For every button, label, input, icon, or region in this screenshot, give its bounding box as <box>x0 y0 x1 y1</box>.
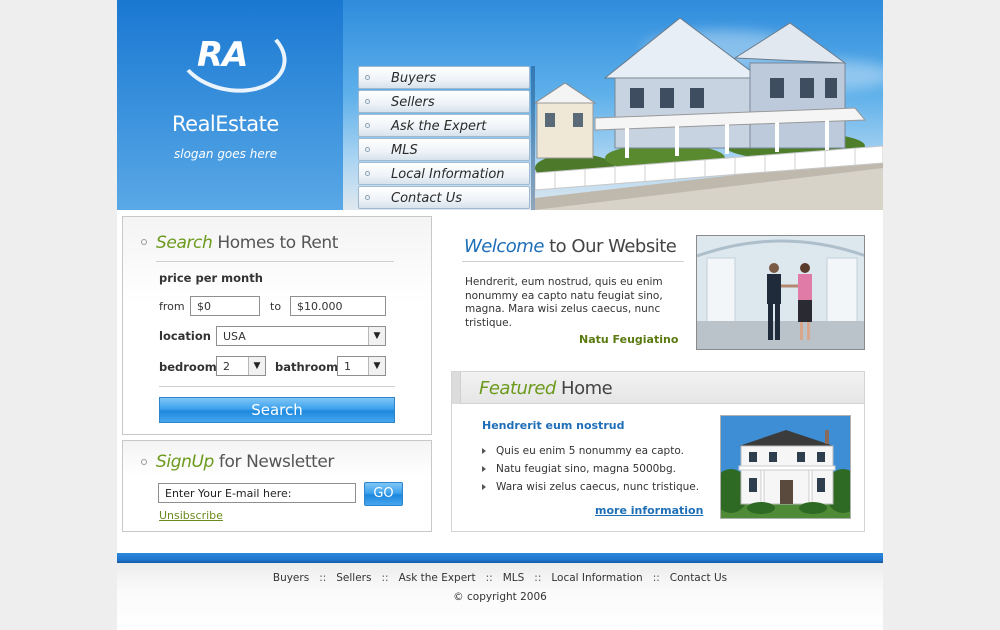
nav-item-label: Buyers <box>391 71 436 86</box>
nav-item-local-information[interactable]: Local Information <box>358 162 530 185</box>
bullet-icon <box>365 195 370 200</box>
footer-link-ask-the-expert[interactable]: Ask the Expert <box>399 572 476 584</box>
arrow-bullet-icon <box>482 448 486 454</box>
chevron-down-icon: ▼ <box>248 357 265 375</box>
bathroom-select[interactable]: 1 ▼ <box>337 356 386 376</box>
bedroom-select[interactable]: 2 ▼ <box>216 356 266 376</box>
footer: Buyers:: Sellers:: Ask the Expert:: MLS:: Lo… <box>117 563 883 630</box>
more-information-link[interactable]: more information <box>595 504 703 517</box>
slogan: slogan goes here <box>174 147 278 161</box>
chevron-down-icon: ▼ <box>368 327 385 345</box>
unsubscribe-link[interactable]: Unsibscribe <box>159 509 223 522</box>
main-nav: Buyers Sellers Ask the Expert MLS Local … <box>358 66 531 210</box>
footer-link-buyers[interactable]: Buyers <box>273 572 309 584</box>
bullet-icon <box>365 171 370 176</box>
bullet-icon <box>141 239 147 245</box>
arrow-bullet-icon <box>482 466 486 472</box>
go-button[interactable]: GO <box>364 482 403 506</box>
from-label: from <box>159 300 185 313</box>
to-label: to <box>270 300 282 313</box>
footer-link-mls[interactable]: MLS <box>503 572 525 584</box>
bathroom-label: bathroom <box>275 360 339 374</box>
brand-name: RealEstate <box>172 112 279 136</box>
welcome-text: Hendrerit, eum nostrud, quis eu enim non… <box>465 276 663 329</box>
footer-nav: Buyers:: Sellers:: Ask the Expert:: MLS:: Lo… <box>272 572 728 584</box>
page: RA RealEstate slogan goes here Buyers Se… <box>117 0 883 630</box>
bullet-icon <box>365 147 370 152</box>
nav-item-mls[interactable]: MLS <box>358 138 530 161</box>
welcome-signature: Natu Feugiatino <box>579 333 679 346</box>
email-input[interactable]: Enter Your E-mail here: <box>158 483 356 503</box>
arrow-bullet-icon <box>482 484 486 490</box>
search-panel-title: Search Homes to Rent <box>156 233 339 253</box>
copyright: © copyright 2006 <box>453 591 547 603</box>
price-to-input[interactable]: $10.000 <box>290 296 386 316</box>
location-select[interactable]: USA ▼ <box>216 326 386 346</box>
nav-item-buyers[interactable]: Buyers <box>358 66 530 89</box>
logo-area: RA RealEstate slogan goes here <box>117 0 343 210</box>
nav-item-label: Ask the Expert <box>391 119 487 134</box>
nav-item-sellers[interactable]: Sellers <box>358 90 530 113</box>
nav-item-label: Sellers <box>391 95 435 110</box>
nav-item-label: MLS <box>391 143 418 158</box>
office-handshake-photo <box>696 235 865 350</box>
nav-item-label: Contact Us <box>391 191 462 206</box>
footer-link-contact-us[interactable]: Contact Us <box>670 572 727 584</box>
bullet-icon <box>365 123 370 128</box>
logo[interactable]: RA <box>197 35 248 75</box>
list-item: Quis eu enim 5 nonummy ea capto. <box>482 445 684 457</box>
header: RA RealEstate slogan goes here Buyers Se… <box>117 0 883 210</box>
search-homes-panel: Search Homes to Rent price per month fro… <box>122 216 432 435</box>
house-illustration <box>535 18 883 210</box>
list-item: Wara wisi zelus caecus, nunc tristique. <box>482 481 699 493</box>
location-label: location <box>159 329 211 343</box>
list-item: Natu feugiat sino, magna 5000bg. <box>482 463 676 475</box>
featured-home-panel: Featured Home Hendrerit eum nostrud Quis… <box>451 371 865 532</box>
bedroom-label: bedroom <box>159 360 217 374</box>
nav-item-contact-us[interactable]: Contact Us <box>358 186 530 209</box>
divider <box>159 386 395 387</box>
newsletter-panel: SignUp for Newsletter Enter Your E-mail … <box>122 440 432 532</box>
footer-link-local-information[interactable]: Local Information <box>551 572 642 584</box>
nav-item-ask-the-expert[interactable]: Ask the Expert <box>358 114 530 137</box>
search-button[interactable]: Search <box>159 397 395 423</box>
divider <box>462 261 684 262</box>
divider <box>156 261 394 262</box>
featured-house-photo[interactable] <box>720 415 851 519</box>
featured-title: Featured Home <box>479 378 613 399</box>
featured-subtitle: Hendrerit eum nostrud <box>482 419 625 432</box>
footer-link-sellers[interactable]: Sellers <box>336 572 371 584</box>
bullet-icon <box>365 99 370 104</box>
welcome-title: Welcome to Our Website <box>464 236 677 257</box>
newsletter-panel-title: SignUp for Newsletter <box>156 452 335 472</box>
footer-bar <box>117 553 883 563</box>
bullet-icon <box>365 75 370 80</box>
bullet-icon <box>141 459 147 465</box>
chevron-down-icon: ▼ <box>368 357 385 375</box>
nav-item-label: Local Information <box>391 167 505 182</box>
price-label: price per month <box>159 271 263 285</box>
price-from-input[interactable]: $0 <box>190 296 260 316</box>
